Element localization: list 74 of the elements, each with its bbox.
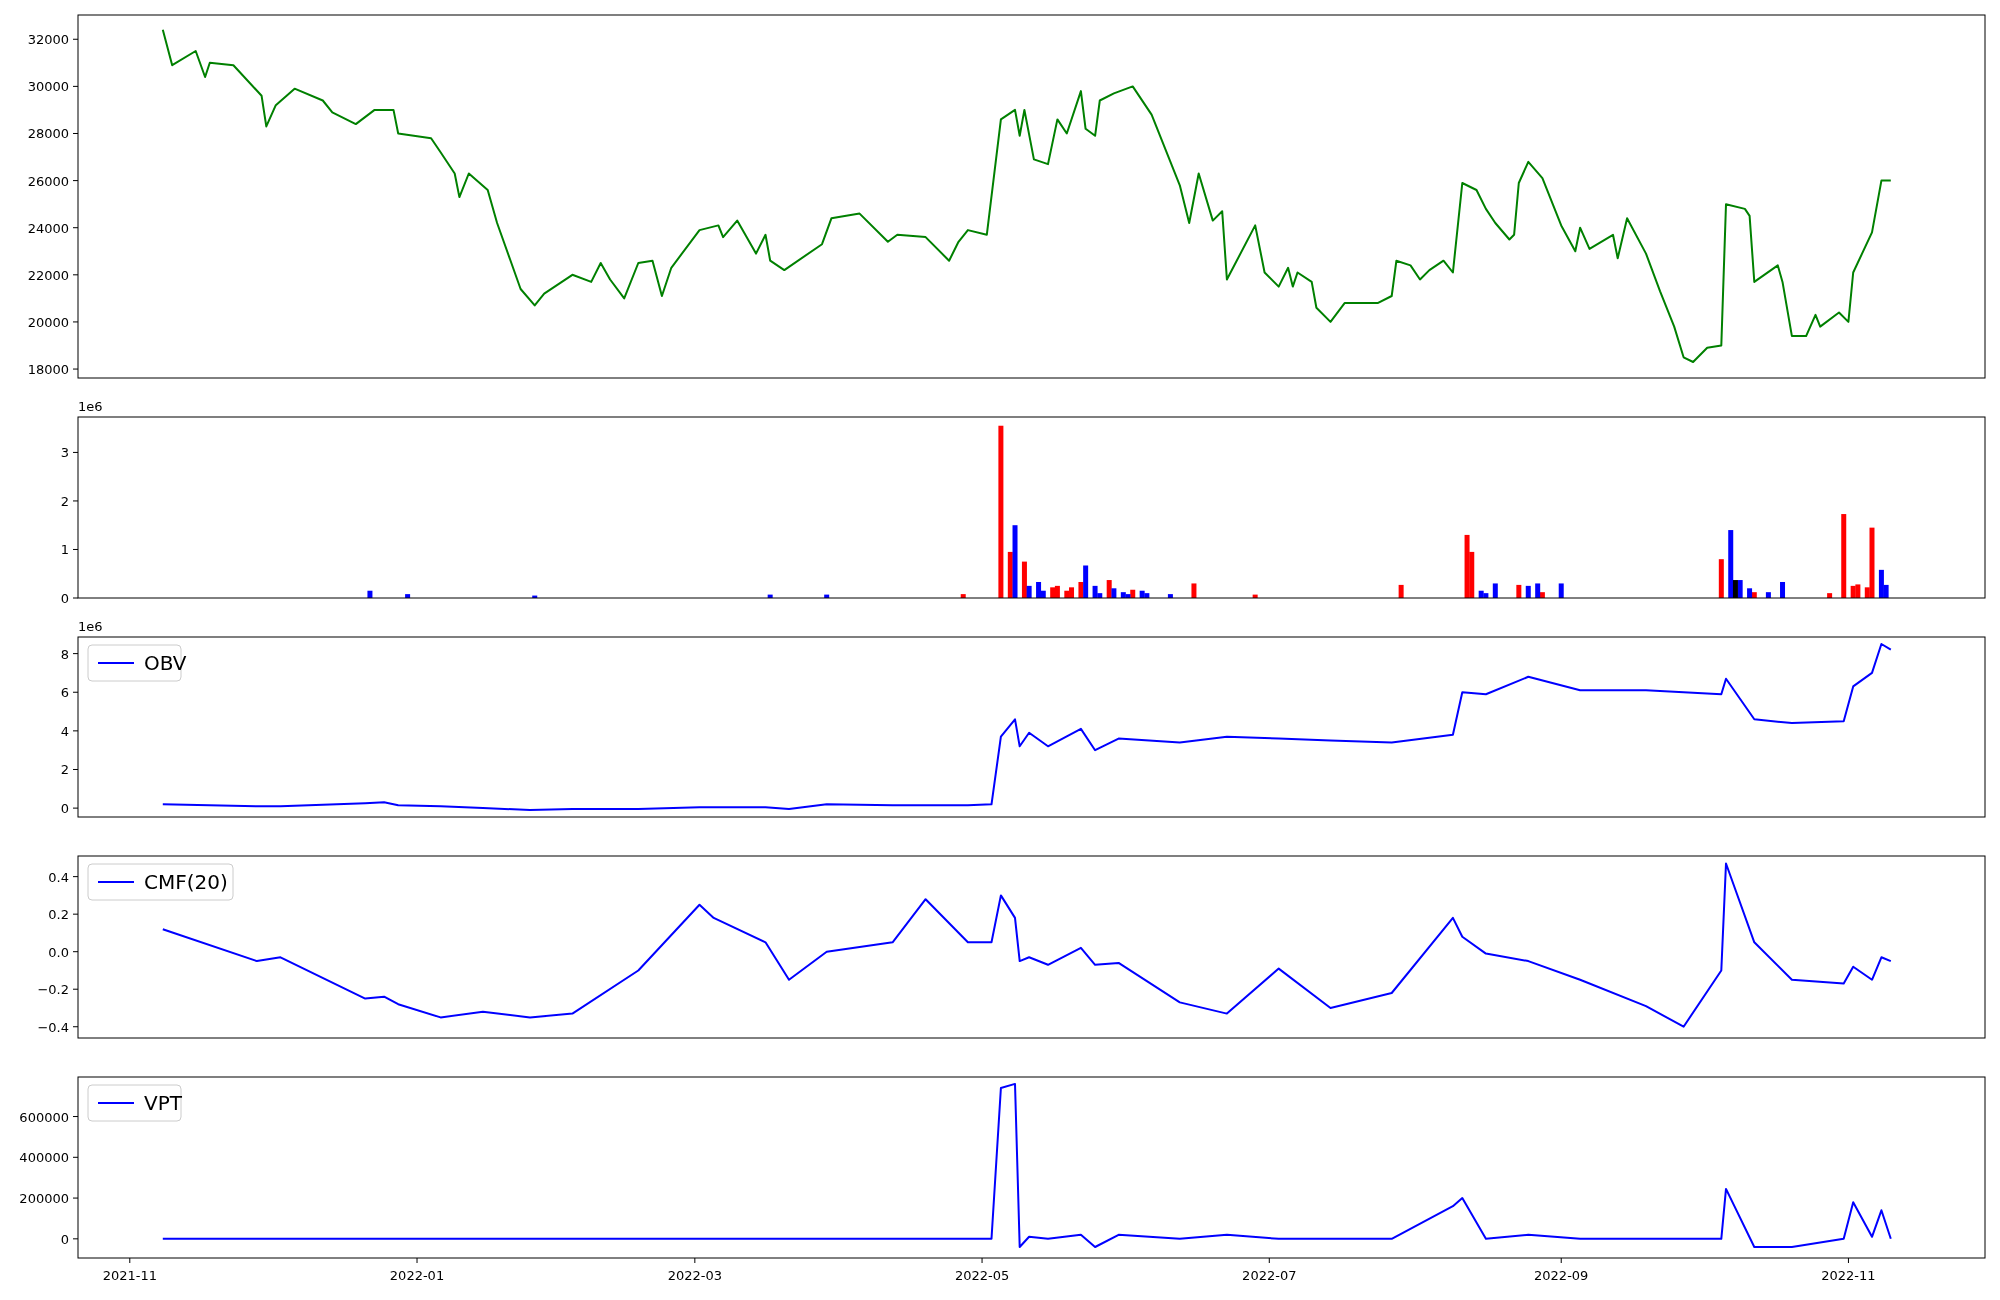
y-tick-label: 30000	[27, 79, 69, 95]
tick-mark	[72, 368, 79, 370]
tick-mark	[72, 1116, 79, 1118]
x-tick-label: 2022-01	[389, 1268, 445, 1283]
y-tick-label: 0.2	[48, 907, 69, 923]
tick-mark	[72, 227, 79, 229]
tick-mark	[72, 321, 79, 323]
y-tick-label: 22000	[27, 267, 69, 283]
x-tick-label: 2022-05	[954, 1268, 1010, 1283]
axis-scale-label: 1e6	[78, 399, 103, 414]
tick-mark	[981, 1257, 983, 1264]
x-tick-label: 2022-11	[1821, 1268, 1876, 1283]
x-tick-label: 2022-09	[1534, 1268, 1589, 1283]
tick-mark	[72, 1156, 79, 1158]
x-tick-label: 2022-07	[1242, 1268, 1297, 1283]
legend-label: VPT	[144, 1091, 182, 1115]
y-tick-label: 32000	[27, 32, 69, 48]
y-tick-label: 3	[60, 445, 69, 461]
tick-mark	[72, 180, 79, 182]
tick-mark	[1847, 1257, 1849, 1264]
axis-scale-label: 1e6	[78, 619, 103, 634]
y-tick-label: 4	[60, 723, 69, 739]
tick-mark	[72, 500, 79, 502]
tick-mark	[72, 1197, 79, 1199]
tick-mark	[72, 769, 79, 770]
y-tick-label: −0.4	[37, 1019, 69, 1035]
y-tick-label: 1	[60, 542, 69, 558]
tick-mark	[72, 951, 79, 953]
tick-mark	[72, 38, 79, 40]
y-tick-label: 24000	[27, 220, 69, 236]
y-tick-label: 400000	[19, 1150, 69, 1166]
tick-mark	[72, 913, 79, 915]
y-tick-label: 600000	[19, 1109, 69, 1125]
legend-line-sample	[97, 662, 135, 664]
tick-mark	[72, 1238, 79, 1240]
tick-mark	[72, 597, 79, 599]
tick-mark	[72, 451, 79, 453]
legend-label: OBV	[144, 651, 187, 675]
y-tick-label: 20000	[27, 314, 69, 330]
tick-mark	[72, 807, 79, 809]
y-tick-label: 200000	[19, 1191, 69, 1207]
y-tick-label: 2	[60, 762, 69, 778]
tick-mark	[72, 730, 79, 732]
tick-mark	[1560, 1257, 1562, 1264]
y-tick-label: 26000	[27, 173, 69, 189]
y-tick-label: 0	[60, 1231, 69, 1247]
tick-mark	[72, 274, 79, 276]
tick-mark	[72, 876, 79, 878]
y-tick-label: 0.0	[48, 944, 69, 960]
y-tick-label: 0	[60, 591, 69, 604]
tick-mark	[72, 85, 79, 87]
tick-mark	[694, 1257, 696, 1264]
tick-mark	[1268, 1257, 1270, 1264]
y-tick-label: 18000	[27, 362, 69, 378]
y-tick-label: 0	[60, 801, 69, 817]
tick-mark	[129, 1257, 131, 1264]
tick-mark	[72, 691, 79, 693]
y-tick-label: 28000	[27, 126, 69, 142]
tick-mark	[72, 653, 79, 655]
tick-mark	[72, 988, 79, 990]
tick-mark	[72, 1026, 79, 1028]
x-tick-label: 2021-11	[102, 1268, 157, 1283]
y-tick-label: 6	[60, 685, 69, 701]
y-tick-label: 2	[60, 493, 69, 509]
x-tick-label: 2022-03	[667, 1268, 722, 1283]
legend-line-sample	[97, 881, 135, 883]
tick-mark	[416, 1257, 418, 1264]
tick-mark	[72, 548, 79, 550]
tick-mark	[72, 133, 79, 134]
legend-label: CMF(20)	[144, 870, 228, 894]
legend-line-sample	[97, 1102, 135, 1104]
y-tick-label: 0.4	[48, 869, 69, 885]
y-tick-label: −0.2	[37, 982, 69, 998]
y-tick-label: 8	[60, 646, 69, 662]
